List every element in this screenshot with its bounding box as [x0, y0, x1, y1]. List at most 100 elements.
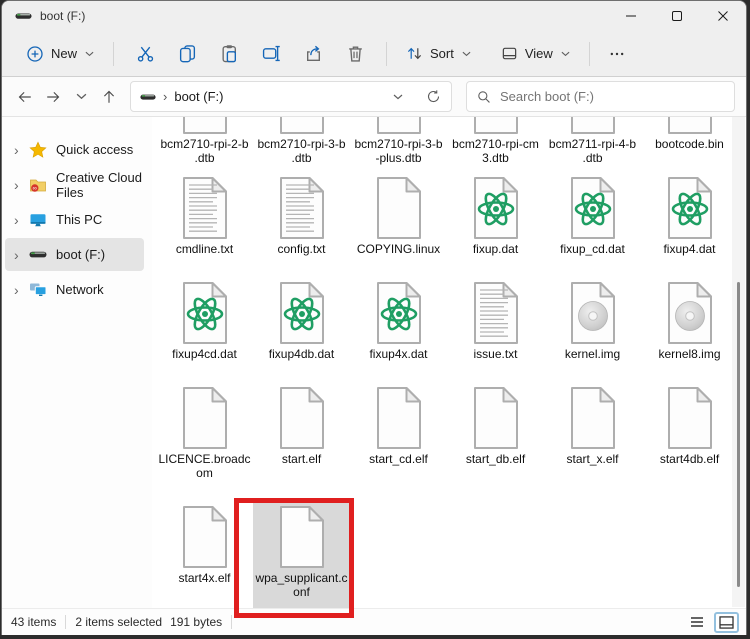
- sort-button[interactable]: Sort: [397, 36, 480, 72]
- file-item-bcm2711-rpi-4-b-dtb[interactable]: bcm2711-rpi-4-b .dtb: [544, 117, 641, 170]
- file-item-licence-broadcom[interactable]: LICENCE.broadc om: [156, 380, 253, 499]
- network-icon: [29, 281, 49, 299]
- file-item-fixup4x-dat[interactable]: fixup4x.dat: [350, 275, 447, 380]
- chevron-down-icon: [393, 94, 403, 99]
- file-item-start-db-elf[interactable]: start_db.elf: [447, 380, 544, 499]
- new-button[interactable]: New: [17, 36, 103, 72]
- minimize-button[interactable]: [608, 1, 654, 31]
- view-toggle-group: [684, 611, 746, 633]
- file-item-fixup4cd-dat[interactable]: fixup4cd.dat: [156, 275, 253, 380]
- file-item-bootcode-bin[interactable]: bootcode.bin: [641, 117, 738, 170]
- plus-circle-icon: [26, 45, 44, 63]
- chevron-right-icon[interactable]: ›: [14, 143, 29, 157]
- file-item-wpa-supplicant-conf[interactable]: wpa_supplicant.c onf: [253, 499, 350, 608]
- file-item-start4db-elf[interactable]: start4db.elf: [641, 380, 738, 499]
- file-item-start-elf[interactable]: start.elf: [253, 380, 350, 499]
- file-item-start-x-elf[interactable]: start_x.elf: [544, 380, 641, 499]
- sidebar-item-label: Creative Cloud Files: [56, 169, 142, 200]
- sidebar-item-quick-access[interactable]: › Quick access: [5, 133, 144, 166]
- view-button[interactable]: View: [492, 36, 579, 72]
- file-label: bootcode.bin: [655, 137, 724, 151]
- atom-file-icon: [470, 176, 522, 240]
- address-dropdown-button[interactable]: [384, 83, 412, 111]
- atom-file-icon: [276, 281, 328, 345]
- selection-count: 2 items selected: [75, 615, 163, 629]
- back-button[interactable]: [11, 82, 39, 112]
- sidebar-item-boot-f[interactable]: › boot (F:): [5, 238, 144, 271]
- statusbar-separator: [231, 615, 233, 629]
- arrow-right-icon: [47, 91, 60, 102]
- file-label: start_x.elf: [566, 452, 619, 466]
- thumbnail-view-button[interactable]: [714, 611, 739, 633]
- up-button[interactable]: [95, 82, 123, 112]
- chevron-down-icon: [85, 51, 94, 57]
- search-input[interactable]: [500, 89, 724, 104]
- copy-button[interactable]: [166, 36, 208, 72]
- sidebar-item-creative-cloud-files[interactable]: › ∞ Creative Cloud Files: [5, 168, 144, 201]
- file-item-config-txt[interactable]: config.txt: [253, 170, 350, 275]
- doc-file-icon: [179, 386, 231, 450]
- file-label: bcm2710-rpi-cm 3.dtb: [452, 137, 539, 165]
- statusbar-separator: [65, 615, 67, 629]
- chevron-right-icon[interactable]: ›: [14, 178, 29, 192]
- creative-cloud-folder-icon: ∞: [29, 176, 49, 194]
- file-item-cmdline-txt[interactable]: cmdline.txt: [156, 170, 253, 275]
- file-item-copying-linux[interactable]: COPYING.linux: [350, 170, 447, 275]
- chevron-down-icon: [561, 51, 570, 57]
- details-view-button[interactable]: [684, 612, 709, 633]
- chevron-right-icon[interactable]: ›: [14, 213, 29, 227]
- file-item-bcm2710-rpi-cm3-dtb[interactable]: bcm2710-rpi-cm 3.dtb: [447, 117, 544, 170]
- file-item-kernel-img[interactable]: kernel.img: [544, 275, 641, 380]
- file-item-issue-txt[interactable]: issue.txt: [447, 275, 544, 380]
- file-item-fixup-dat[interactable]: fixup.dat: [447, 170, 544, 275]
- refresh-button[interactable]: [419, 83, 447, 111]
- forward-button[interactable]: [39, 82, 67, 112]
- file-label: bcm2711-rpi-4-b .dtb: [548, 137, 637, 165]
- chevron-right-icon[interactable]: ›: [14, 283, 29, 297]
- doc-file-icon: [179, 117, 231, 135]
- sidebar-item-label: Network: [56, 282, 104, 297]
- file-item-fixup4db-dat[interactable]: fixup4db.dat: [253, 275, 350, 380]
- file-item-start4x-elf[interactable]: start4x.elf: [156, 499, 253, 608]
- doc-file-icon: [373, 117, 425, 135]
- scrollbar-thumb[interactable]: [737, 282, 740, 587]
- ellipsis-icon: [610, 52, 624, 55]
- file-item-fixup-cd-dat[interactable]: fixup_cd.dat: [544, 170, 641, 275]
- file-item-kernel8-img[interactable]: kernel8.img: [641, 275, 738, 380]
- recent-locations-button[interactable]: [67, 82, 95, 112]
- maximize-button[interactable]: [654, 1, 700, 31]
- sidebar-item-network[interactable]: › Network: [5, 273, 144, 306]
- close-button[interactable]: [700, 1, 746, 31]
- share-button[interactable]: [292, 36, 334, 72]
- file-row: cmdline.txt config.txt COPYING.linux fixup.…: [156, 170, 738, 275]
- sidebar-item-label: Quick access: [56, 142, 134, 157]
- status-bar: 43 items 2 items selected 191 bytes: [2, 608, 746, 635]
- search-icon: [477, 90, 491, 104]
- vertical-scrollbar[interactable]: [732, 117, 745, 607]
- arrow-up-icon: [103, 90, 115, 103]
- file-label: fixup.dat: [472, 242, 519, 256]
- title-area: boot (F:): [2, 1, 608, 31]
- delete-button[interactable]: [334, 36, 376, 72]
- command-toolbar: New Sort View: [2, 31, 746, 77]
- file-row: bcm2710-rpi-2-b .dtb bcm2710-rpi-3-b .dtb…: [156, 117, 738, 170]
- file-item-bcm2710-rpi-3-b-plus-dtb[interactable]: bcm2710-rpi-3-b -plus.dtb: [350, 117, 447, 170]
- rename-button[interactable]: [250, 36, 292, 72]
- toolbar-separator: [588, 41, 590, 66]
- file-item-start-cd-elf[interactable]: start_cd.elf: [350, 380, 447, 499]
- see-more-button[interactable]: [600, 36, 634, 72]
- file-label: start_db.elf: [465, 452, 526, 466]
- address-bar[interactable]: › boot (F:): [130, 81, 452, 112]
- cut-button[interactable]: [124, 36, 166, 72]
- thumbnail-view-icon: [719, 615, 734, 629]
- file-item-bcm2710-rpi-3-b-dtb[interactable]: bcm2710-rpi-3-b .dtb: [253, 117, 350, 170]
- atom-file-icon: [179, 281, 231, 345]
- file-item-bcm2710-rpi-2-b-dtb[interactable]: bcm2710-rpi-2-b .dtb: [156, 117, 253, 170]
- sidebar-item-this-pc[interactable]: › This PC: [5, 203, 144, 236]
- paste-button[interactable]: [208, 36, 250, 72]
- breadcrumb-drive[interactable]: boot (F:): [174, 89, 223, 104]
- file-item-fixup4-dat[interactable]: fixup4.dat: [641, 170, 738, 275]
- search-box[interactable]: [466, 81, 735, 112]
- chevron-right-icon[interactable]: ›: [14, 248, 29, 262]
- atom-file-icon: [567, 176, 619, 240]
